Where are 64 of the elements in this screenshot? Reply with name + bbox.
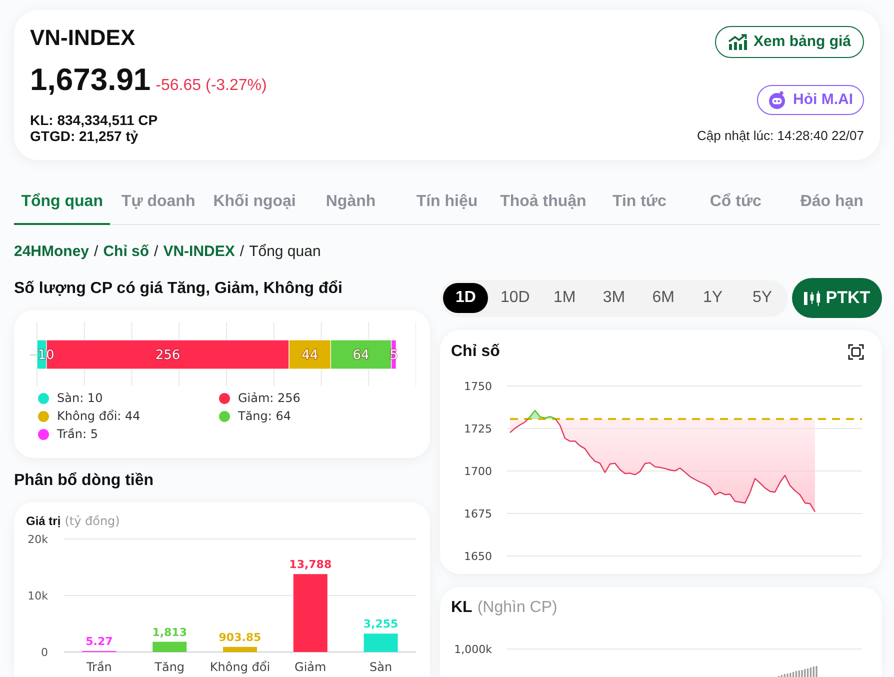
category-label: Tăng [154,660,185,674]
data-label: 10 [38,348,54,363]
category-label: Sàn [370,660,392,674]
data-label: 5 [390,348,398,363]
ask-ai-button[interactable]: Hỏi M.AI [757,85,864,115]
axis-label: 1750 [464,380,492,393]
axis-label: 10k [28,590,48,602]
index-change: -56.65 (-3.27%) [156,76,267,96]
candlestick-icon [804,290,820,306]
breadcrumb-separator: / [94,242,98,262]
data-label: 13,788 [289,558,332,572]
data-label: 44 [302,348,318,363]
category-label: Trần [86,660,112,674]
axis-label: 1725 [464,422,492,436]
category-label: Không đổi [210,660,270,674]
legend-label: Tăng: 64 [238,408,292,424]
nav-tab[interactable]: Tổng quan [14,180,110,225]
unit-label: (Nghìn CP) [477,598,558,618]
chart-title: Giá trị [26,512,61,528]
period-tab[interactable]: 1D [443,283,488,313]
period-tab[interactable]: 1Y [690,283,736,313]
breadcrumb-link[interactable]: Chỉ số [103,242,150,262]
axis-label: 1700 [464,465,492,478]
period-tab[interactable]: 10D [492,283,538,313]
axis-label: 1675 [464,508,492,520]
axis-label: 0 [41,646,48,659]
period-tab[interactable]: 6M [640,283,686,313]
legend-label: Sàn: 10 [57,390,103,406]
price-board-button[interactable]: Xem bảng giá [715,26,864,58]
category-label: Giảm [294,660,326,674]
legend-label: Không đổi: 44 [57,408,140,424]
period-tab[interactable]: 1M [542,283,588,313]
robot-icon [768,91,786,109]
trade-value-text: GTGD: 21,257 tỷ [30,128,138,144]
index-title: VN-INDEX [30,25,136,51]
chart-trend-icon [728,34,748,50]
unit-label: (tỷ đồng) [64,512,120,528]
breadcrumb-separator: / [154,242,158,262]
technical-analysis-button[interactable]: PTKT [792,278,882,318]
section-title: Phân bổ dòng tiền [14,471,154,491]
period-tab[interactable]: 5Y [740,283,785,313]
breadcrumb-link[interactable]: 24HMoney [14,242,90,262]
legend-label: Giảm: 256 [238,390,300,406]
chart-title: KL [451,598,472,618]
data-label: 5.27 [86,635,113,648]
legend-label: Trần: 5 [57,426,98,442]
axis-label: 1,000k [454,643,492,656]
chart-title: Chỉ số [451,342,500,362]
data-label: 256 [155,348,180,363]
fullscreen-icon[interactable] [848,344,864,360]
data-label: 64 [352,348,370,363]
index-price: 1,673.91 [30,62,151,98]
axis-label: 20k [28,533,48,546]
breadcrumb-current: Tổng quan [249,242,321,262]
data-label: 1,813 [152,626,187,639]
data-label: 903.85 [218,630,262,644]
breadcrumb-separator: / [240,242,244,262]
period-tab[interactable]: 3M [591,283,637,313]
section-title: Số lượng CP có giá Tăng, Giảm, Không đổi [14,279,342,299]
updated-time: Cập nhật lúc: 14:28:40 22/07 [697,128,864,144]
volume-text: KL: 834,334,511 CP [30,112,158,128]
breadcrumb-link[interactable]: VN-INDEX [163,242,235,262]
data-label: 3,255 [363,618,398,631]
axis-label: 1650 [464,550,492,563]
